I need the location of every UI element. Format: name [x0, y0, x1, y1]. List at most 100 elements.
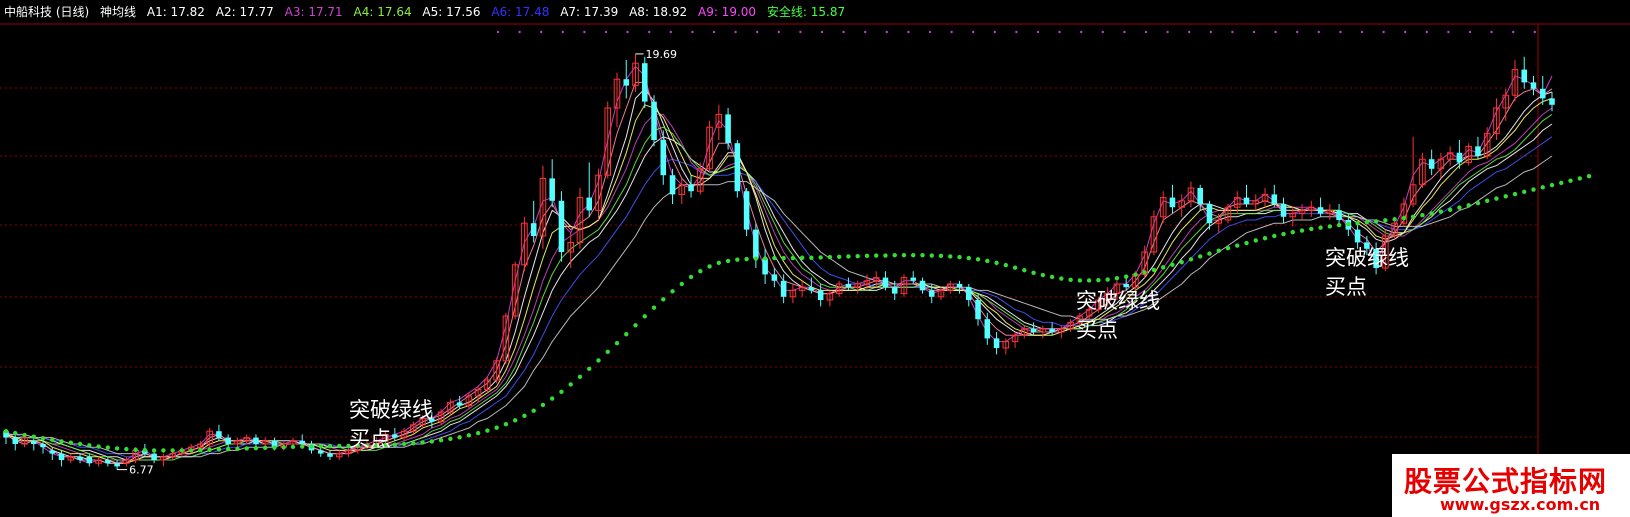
candle-body-down [49, 450, 56, 454]
safety-dot [40, 436, 46, 441]
candle-body-down [327, 453, 333, 457]
candle-body-down [966, 287, 972, 300]
candle-body-down [753, 229, 759, 259]
candle-body-down [1549, 98, 1555, 105]
value-a7: A7: 17.39 [560, 5, 619, 19]
safety-dot [1207, 251, 1212, 256]
annotation-line1: 突破绿线 [1325, 246, 1409, 270]
signal-dot [1447, 30, 1450, 34]
safety-dot [901, 253, 907, 258]
safety-dot [1447, 207, 1453, 212]
safety-dot [1494, 196, 1499, 201]
signal-dot [1015, 30, 1018, 34]
safety-dot [1512, 191, 1518, 197]
safety-dot [1309, 226, 1314, 232]
safety-dot [827, 254, 833, 260]
safety-dot [142, 447, 148, 453]
safety-dot [614, 341, 620, 346]
safety-dot [59, 439, 64, 444]
annotation-line1: 突破绿线 [1076, 289, 1160, 313]
safety-dot [781, 255, 786, 261]
safety-dot [911, 253, 916, 258]
safety-dot [1373, 219, 1379, 224]
watermark-url: www.gszx.com.cn [1440, 495, 1601, 514]
safety-dot [1114, 276, 1120, 281]
safety-dot [744, 256, 749, 262]
safety-dot [1022, 268, 1027, 273]
safety-dot [225, 446, 231, 452]
safety-dot [855, 253, 860, 259]
candle-body-down [919, 280, 926, 291]
safety-dot [1049, 274, 1055, 280]
signal-dot [1425, 30, 1429, 34]
safety-dot [874, 253, 879, 258]
safety-dot [290, 444, 296, 450]
signal-dot [1317, 30, 1321, 34]
candle-body-down [688, 184, 694, 192]
signal-dot [950, 30, 953, 34]
candle-body-down [317, 450, 324, 454]
candle-body-down [1280, 204, 1287, 217]
signal-dot [1468, 30, 1472, 34]
candle-body-down [1206, 204, 1213, 224]
signal-dot [1490, 30, 1493, 34]
signal-dot [518, 30, 521, 34]
signal-dot [972, 30, 975, 34]
signal-dot [1512, 30, 1515, 34]
safety-dot [337, 443, 342, 449]
safety-dot [1346, 221, 1351, 227]
candle-body-down [1530, 82, 1537, 89]
safety-dot [1272, 233, 1277, 239]
safety-dot [1299, 228, 1305, 233]
safety-dot [1392, 217, 1397, 222]
safety-dot [633, 323, 638, 328]
safety-dot [1355, 221, 1360, 226]
safety-dot [13, 430, 18, 436]
signal-dot [907, 30, 910, 34]
candle-body-down [641, 63, 648, 102]
safety-dot [68, 440, 74, 445]
safety-dot [929, 253, 934, 258]
signal-dot [1404, 30, 1407, 34]
safety-dot [1040, 272, 1046, 278]
value-a8: A8: 18.92 [629, 5, 688, 19]
indicator-header: 中船科技 (日线) 神均线 A1: 17.82 A2: 17.77 A3: 17… [4, 5, 852, 19]
safety-dot [753, 256, 759, 261]
signal-dot [1339, 30, 1342, 34]
signal-dot [885, 30, 888, 34]
safety-dot [309, 444, 314, 449]
candle-body-down [762, 258, 768, 275]
safety-dot [1096, 277, 1101, 283]
safety-dot [105, 445, 111, 450]
ma-line-a5 [5, 123, 1553, 461]
low-label: 6.77 [129, 464, 154, 477]
safety-dot [1503, 194, 1508, 199]
safety-dot [281, 445, 286, 450]
safety-dot [559, 389, 564, 395]
safety-dot [300, 444, 305, 449]
candle-body-down [12, 437, 19, 444]
safety-dot [1068, 277, 1073, 283]
safety-dot [596, 358, 601, 363]
safety-dot [1142, 270, 1147, 275]
signal-dot [648, 30, 651, 34]
safety-dot [457, 435, 462, 440]
safety-dot [679, 281, 684, 287]
candle-body-down [558, 200, 565, 252]
safety-dot [318, 444, 323, 449]
signal-dot [928, 30, 932, 34]
signal-dot [1144, 30, 1148, 34]
value-a5: A5: 17.56 [422, 5, 481, 19]
safety-dot [549, 396, 555, 401]
safety-dot [198, 447, 203, 453]
safety-dot [1522, 189, 1527, 195]
annotation-line2: 买点 [349, 427, 391, 451]
annotation-line2: 买点 [1076, 318, 1118, 342]
candle-body-down [77, 456, 83, 460]
signal-dot [626, 30, 629, 34]
value-a1: A1: 17.82 [146, 5, 205, 19]
safety-dot [1475, 200, 1481, 206]
safety-dot [587, 366, 592, 371]
safety-dot [892, 253, 897, 258]
signal-dot [799, 30, 802, 34]
